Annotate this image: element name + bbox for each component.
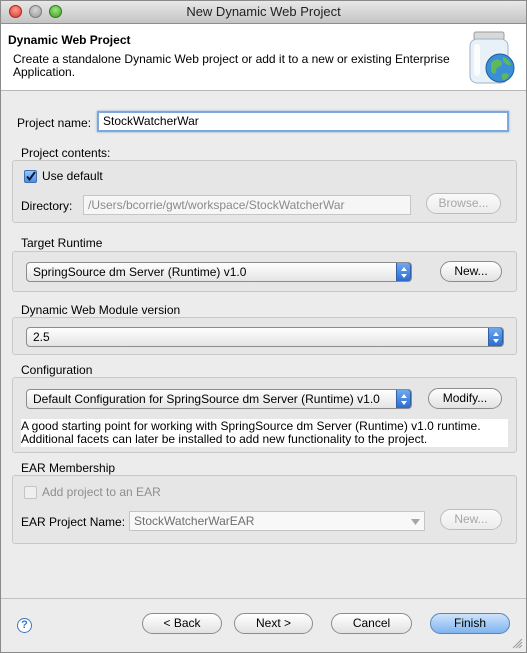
dialog-window: New Dynamic Web Project Dynamic Web Proj…	[0, 0, 527, 653]
web-module-version-value: 2.5	[33, 330, 50, 344]
web-module-version-select[interactable]: 2.5	[26, 327, 504, 347]
browse-button[interactable]: Browse...	[426, 193, 501, 214]
add-to-ear-label: Add project to an EAR	[42, 485, 161, 499]
next-button[interactable]: Next >	[234, 613, 313, 634]
updown-arrow-icon	[396, 263, 411, 281]
use-default-label: Use default	[42, 169, 103, 183]
target-runtime-label: Target Runtime	[21, 236, 103, 250]
banner-title: Dynamic Web Project	[8, 33, 131, 47]
directory-label: Directory:	[21, 199, 73, 213]
directory-input[interactable]: /Users/bcorrie/gwt/workspace/StockWatche…	[83, 195, 411, 215]
configuration-value: Default Configuration for SpringSource d…	[33, 392, 380, 406]
configuration-select[interactable]: Default Configuration for SpringSource d…	[26, 389, 412, 409]
cancel-button[interactable]: Cancel	[331, 613, 412, 634]
zoom-window-icon[interactable]	[49, 5, 62, 18]
configuration-label: Configuration	[21, 363, 93, 377]
project-name-input[interactable]: StockWatcherWar	[97, 111, 509, 132]
configuration-description: A good starting point for working with S…	[21, 419, 508, 447]
finish-button[interactable]: Finish	[430, 613, 510, 634]
project-contents-label: Project contents:	[21, 146, 111, 160]
target-runtime-value: SpringSource dm Server (Runtime) v1.0	[33, 265, 247, 279]
close-window-icon[interactable]	[9, 5, 22, 18]
project-contents-group: Use default Directory: /Users/bcorrie/gw…	[12, 160, 517, 223]
new-ear-button[interactable]: New...	[440, 509, 502, 530]
web-module-version-label: Dynamic Web Module version	[21, 303, 181, 317]
add-to-ear-checkbox[interactable]	[24, 486, 37, 499]
web-module-group: 2.5	[12, 317, 517, 355]
banner-description: Create a standalone Dynamic Web project …	[13, 52, 450, 79]
ear-project-name-value: StockWatcherWarEAR	[134, 514, 255, 528]
modify-configuration-button[interactable]: Modify...	[428, 388, 502, 409]
new-runtime-button[interactable]: New...	[440, 261, 502, 282]
minimize-window-icon[interactable]	[29, 5, 42, 18]
target-runtime-group: SpringSource dm Server (Runtime) v1.0 Ne…	[12, 251, 517, 292]
help-icon[interactable]: ?	[17, 618, 32, 633]
ear-membership-label: EAR Membership	[21, 461, 116, 475]
updown-arrow-icon	[488, 328, 503, 346]
footer-separator	[1, 598, 526, 599]
project-name-label: Project name:	[17, 116, 92, 130]
jar-globe-icon	[469, 31, 515, 84]
title-bar: New Dynamic Web Project	[1, 1, 526, 24]
resize-grip-icon[interactable]	[512, 638, 523, 649]
checkmark-icon	[26, 171, 36, 182]
ear-project-name-label: EAR Project Name:	[21, 515, 126, 529]
window-title: New Dynamic Web Project	[186, 4, 341, 19]
ear-membership-group: Add project to an EAR EAR Project Name: …	[12, 475, 517, 544]
back-button[interactable]: < Back	[142, 613, 222, 634]
chevron-down-icon	[411, 519, 420, 525]
ear-project-name-combo[interactable]: StockWatcherWarEAR	[129, 511, 425, 531]
updown-arrow-icon	[396, 390, 411, 408]
target-runtime-select[interactable]: SpringSource dm Server (Runtime) v1.0	[26, 262, 412, 282]
use-default-checkbox[interactable]	[24, 170, 37, 183]
wizard-banner: Dynamic Web Project Create a standalone …	[1, 24, 526, 91]
